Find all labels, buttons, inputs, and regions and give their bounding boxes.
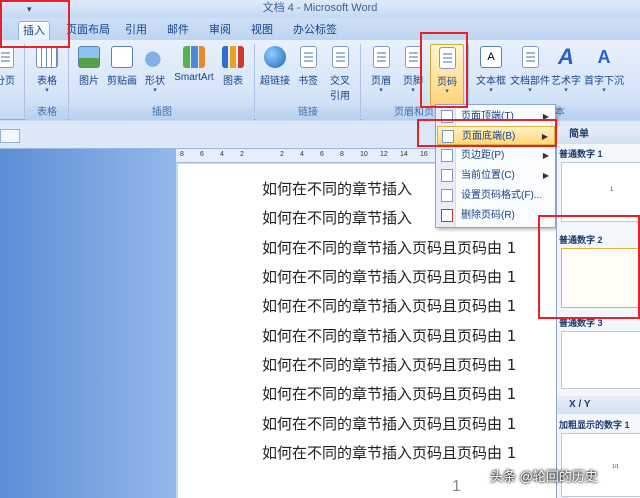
group-label-table: 表格: [26, 106, 68, 120]
highlight-insert-tab: [0, 0, 70, 48]
shapes-icon: [144, 46, 166, 68]
document-line[interactable]: 如何在不同的章节插入页码且页码由 1: [262, 354, 516, 375]
menu-item-page-margins[interactable]: 页边距(P) ▶: [437, 146, 555, 165]
smartart-icon: [183, 46, 205, 68]
group-label-links: 链接: [256, 106, 360, 120]
page-icon: [0, 46, 14, 68]
textbox-button[interactable]: A 文本框 ▾: [474, 46, 508, 95]
header-button[interactable]: 页眉 ▾: [366, 46, 396, 95]
current-position-icon: [441, 169, 453, 182]
chart-icon: [222, 46, 244, 68]
document-line[interactable]: 如何在不同的章节插入: [262, 178, 412, 199]
gallery-item-plain-number-1[interactable]: 1: [561, 162, 640, 222]
chevron-down-icon: ▾: [602, 87, 606, 94]
cross-reference-icon: [331, 46, 349, 68]
highlight-bottom-of-page-item: [417, 119, 557, 147]
chevron-down-icon: ▾: [564, 87, 568, 94]
document-line[interactable]: 如何在不同的章节插入页码且页码由 1: [262, 383, 516, 404]
document-line[interactable]: 如何在不同的章节插入页码且页码由 1: [262, 442, 516, 463]
picture-icon: [78, 46, 100, 68]
clipart-button[interactable]: 剪贴画: [106, 46, 138, 87]
table-icon: [36, 46, 58, 68]
tab-references[interactable]: 引用: [121, 21, 151, 40]
gallery-item-plain-number-3[interactable]: [561, 331, 640, 389]
gallery-section-xy: X / Y: [557, 396, 640, 414]
quick-parts-button[interactable]: 文档部件 ▾: [510, 46, 550, 95]
drop-cap-button[interactable]: A 首字下沉 ▾: [584, 46, 624, 95]
document-line[interactable]: 如何在不同的章节插入页码且页码由 1: [262, 266, 516, 287]
globe-icon: [264, 46, 286, 68]
tab-view[interactable]: 视图: [247, 21, 277, 40]
submenu-arrow-icon: ▶: [542, 171, 549, 180]
ribbon-tabs: 插入 页面布局 引用 邮件 审阅 视图 办公标签: [0, 18, 640, 40]
menu-item-format-page-numbers[interactable]: 设置页码格式(F)...: [437, 186, 555, 205]
gallery-item-bold-number-1[interactable]: 1/1: [561, 433, 640, 497]
chevron-down-icon: ▾: [45, 87, 49, 94]
chevron-down-icon: ▾: [153, 87, 157, 94]
gallery-section-simple: 简单: [557, 126, 640, 144]
drop-cap-icon: A: [597, 47, 611, 67]
chevron-down-icon: ▾: [489, 87, 493, 94]
format-page-number-icon: [441, 189, 453, 202]
textbox-icon: A: [480, 46, 502, 68]
hyperlink-button[interactable]: 超链接: [258, 46, 292, 87]
clipart-icon: [111, 46, 133, 68]
gallery-item-label: 加粗显示的数字 1: [559, 420, 630, 430]
quick-parts-icon: [521, 46, 539, 68]
page-break-button[interactable]: 分页: [0, 46, 16, 87]
chevron-down-icon: ▾: [379, 87, 383, 94]
table-button[interactable]: 表格 ▾: [30, 46, 64, 95]
highlight-page-number-button: [420, 32, 468, 108]
watermark: 头条 @轮回的历史: [490, 469, 598, 484]
wordart-icon: A: [558, 44, 574, 69]
delete-icon: [441, 209, 453, 222]
gallery-item-label: 普通数字 1: [559, 149, 603, 159]
page-margin-icon: [441, 149, 453, 162]
header-icon: [372, 46, 390, 68]
document-line[interactable]: 如何在不同的章节插入: [262, 207, 412, 228]
smartart-button[interactable]: SmartArt: [172, 46, 216, 83]
footer-icon: [404, 46, 422, 68]
chevron-down-icon: ▾: [528, 87, 532, 94]
picture-button[interactable]: 图片: [74, 46, 104, 87]
chart-button[interactable]: 图表: [218, 46, 248, 87]
document-background: [0, 149, 176, 498]
shapes-button[interactable]: 形状 ▾: [140, 46, 170, 95]
window-title: 文档 4 - Microsoft Word: [262, 2, 378, 14]
title-bar: ▾ 文档 4 - Microsoft Word: [0, 0, 640, 18]
tab-mailings[interactable]: 邮件: [163, 21, 193, 40]
cross-reference-button[interactable]: 交叉 引用: [324, 46, 356, 102]
view-ruler-toggle[interactable]: [0, 129, 20, 143]
menu-item-current-position[interactable]: 当前位置(C) ▶: [437, 166, 555, 185]
submenu-arrow-icon: ▶: [542, 151, 549, 160]
bookmark-button[interactable]: 书签: [294, 46, 322, 87]
document-line[interactable]: 如何在不同的章节插入页码且页码由 1: [262, 325, 516, 346]
page-number-footer: 1: [452, 478, 461, 495]
bookmark-icon: [299, 46, 317, 68]
document-line[interactable]: 如何在不同的章节插入页码且页码由 1: [262, 413, 516, 434]
document-line[interactable]: 如何在不同的章节插入页码且页码由 1: [262, 237, 516, 258]
group-label-illustrations: 插图: [70, 106, 254, 120]
document-line[interactable]: 如何在不同的章节插入页码且页码由 1: [262, 295, 516, 316]
highlight-plain-number-2: [538, 215, 640, 319]
tab-office-tab[interactable]: 办公标签: [289, 21, 341, 40]
tab-review[interactable]: 审阅: [205, 21, 235, 40]
wordart-button[interactable]: A 艺术字 ▾: [550, 46, 582, 95]
